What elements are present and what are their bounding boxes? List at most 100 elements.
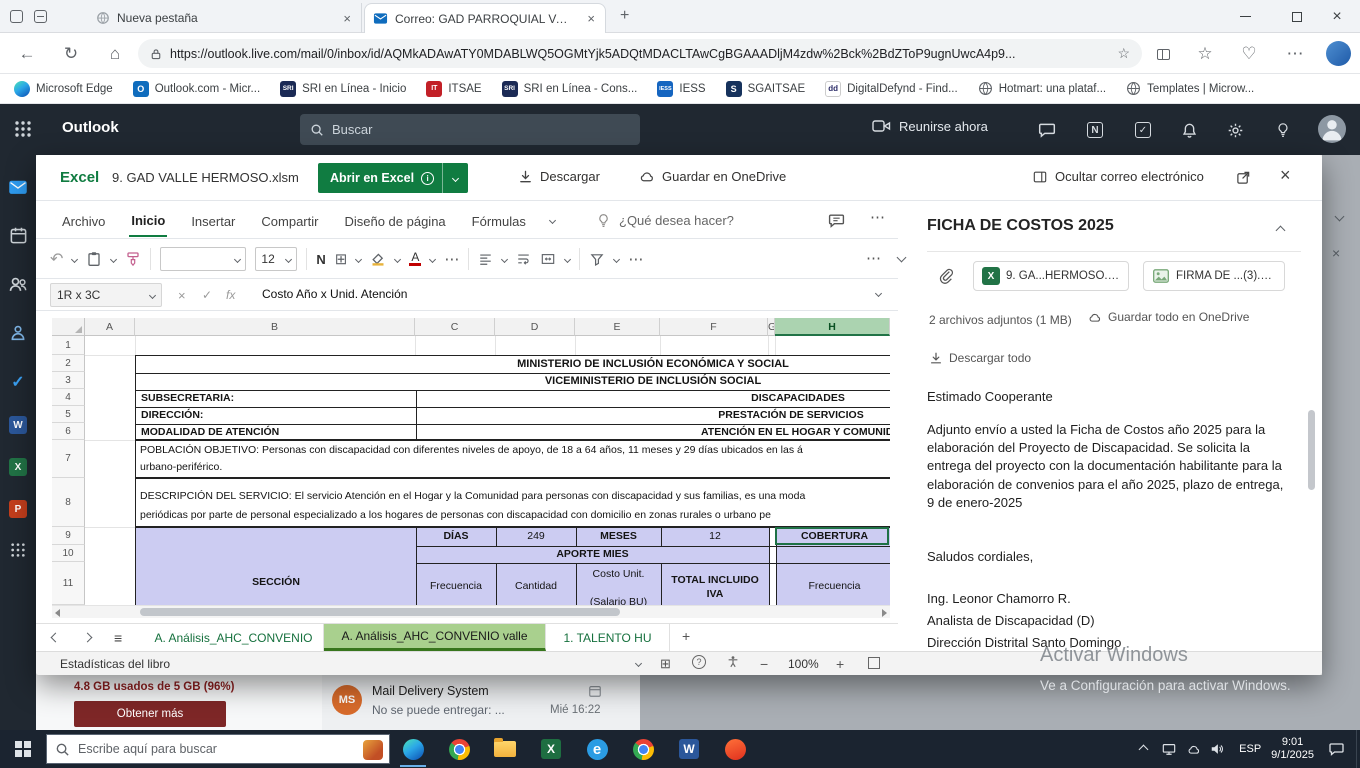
meet-now-button[interactable]: Reunirse ahora: [872, 118, 988, 134]
cancel-entry-icon[interactable]: ×: [178, 288, 186, 303]
tasks-icon[interactable]: ✓: [1132, 119, 1154, 141]
next-sheet-icon[interactable]: [83, 633, 93, 643]
paste-dropdown-icon[interactable]: [110, 255, 117, 262]
taskbar-edge-icon[interactable]: [390, 730, 436, 768]
more-ribbon-tabs-icon[interactable]: [549, 216, 556, 223]
back-icon[interactable]: ←: [14, 41, 40, 67]
row-header-8[interactable]: 8: [52, 478, 85, 527]
toolbar-overflow-icon[interactable]: ⋯: [444, 250, 459, 268]
tell-me-box[interactable]: ¿Qué desea hacer?: [596, 201, 734, 239]
ribbon-tab-compartir[interactable]: Compartir: [259, 205, 320, 236]
cell-f11-line2[interactable]: IVA: [661, 588, 769, 600]
cell-c10[interactable]: APORTE MIES: [416, 548, 769, 560]
row-header-11[interactable]: 11: [52, 562, 85, 605]
paste-clipboard-icon[interactable]: [86, 251, 102, 267]
add-sheet-button[interactable]: +: [682, 628, 690, 644]
split-screen-icon[interactable]: [1150, 41, 1176, 67]
browser-menu-icon[interactable]: ⋯: [1282, 41, 1308, 67]
merge-dropdown-icon[interactable]: [564, 255, 571, 262]
favorite-item[interactable]: Hotmart: una plataf...: [978, 81, 1106, 96]
cell-d11[interactable]: Cantidad: [496, 580, 576, 592]
workbook-statistics-button[interactable]: Estadísticas del libro: [60, 657, 170, 671]
align-icon[interactable]: [478, 252, 493, 266]
close-preview-icon[interactable]: ×: [1280, 165, 1291, 186]
more-apps-grid-icon[interactable]: [10, 542, 26, 563]
font-color-icon[interactable]: A: [409, 252, 421, 266]
favorite-item[interactable]: ddDigitalDefynd - Find...: [825, 81, 958, 97]
save-onedrive-button[interactable]: Guardar en OneDrive: [638, 169, 786, 184]
prev-sheet-icon[interactable]: [51, 633, 61, 643]
column-header-a[interactable]: A: [85, 318, 135, 336]
scrollbar-thumb[interactable]: [140, 608, 620, 616]
ribbon-more-icon[interactable]: ⋯: [866, 249, 881, 267]
home-icon[interactable]: ⌂: [102, 41, 128, 67]
ribbon-tab-insertar[interactable]: Insertar: [189, 205, 237, 236]
todo-icon[interactable]: ✓: [11, 372, 24, 392]
cell-b7-line2[interactable]: urbano-periférico.: [140, 461, 890, 473]
workspaces-icon[interactable]: [34, 10, 47, 23]
taskbar-chrome-icon[interactable]: [436, 730, 482, 768]
taskbar-chrome2-icon[interactable]: [620, 730, 666, 768]
collections-heart-icon[interactable]: ♡: [1236, 41, 1262, 67]
groups-icon[interactable]: [8, 323, 28, 348]
cell-b8-line2[interactable]: periódicas por parte de personal especia…: [140, 509, 890, 521]
browser-profile-avatar[interactable]: [1326, 41, 1351, 66]
account-avatar[interactable]: [1318, 115, 1346, 143]
row-header-6[interactable]: 6: [52, 423, 85, 440]
confirm-entry-icon[interactable]: ✓: [202, 288, 212, 302]
row-header-5[interactable]: 5: [52, 406, 85, 423]
cell-e9[interactable]: MESES: [576, 530, 661, 542]
column-header-f[interactable]: F: [660, 318, 768, 336]
cell-b4[interactable]: SUBSECRETARIA:: [141, 390, 234, 407]
help-icon[interactable]: ?: [692, 655, 706, 669]
taskbar-excel-icon[interactable]: X: [528, 730, 574, 768]
font-size-combo[interactable]: 12: [255, 247, 297, 271]
calendar-icon[interactable]: [9, 226, 28, 250]
ribbon-tab-diseno[interactable]: Diseño de página: [342, 205, 447, 236]
ribbon-overflow-icon[interactable]: ⋯: [870, 208, 885, 226]
bold-button[interactable]: N: [316, 252, 325, 267]
word-icon[interactable]: W: [9, 416, 27, 434]
zoom-in-button[interactable]: +: [836, 656, 844, 672]
favorite-item[interactable]: SSGAITSAE: [726, 81, 806, 97]
undo-dropdown-icon[interactable]: [71, 255, 78, 262]
language-indicator[interactable]: ESP: [1239, 743, 1261, 755]
sheet-tab-3[interactable]: 1. TALENTO HU: [546, 624, 670, 651]
taskbar-file-explorer-icon[interactable]: [482, 730, 528, 768]
spreadsheet-grid[interactable]: A B C D E F G H 1 2 3 4 5 6 7 8 9 10 11: [52, 318, 890, 605]
ribbon-tab-formulas[interactable]: Fórmulas: [470, 205, 528, 236]
open-in-excel-button[interactable]: Abrir en Excel i: [318, 163, 468, 193]
taskbar-brave-icon[interactable]: [712, 730, 758, 768]
favorite-item[interactable]: ITITSAE: [426, 81, 481, 97]
row-header-2[interactable]: 2: [52, 355, 85, 372]
favorite-item[interactable]: IESSIESS: [657, 81, 705, 97]
font-color-dropdown-icon[interactable]: [429, 255, 436, 262]
network-icon[interactable]: [1157, 730, 1181, 768]
onedrive-tray-icon[interactable]: [1181, 730, 1205, 768]
name-box[interactable]: 1R x 3C: [50, 283, 162, 307]
browser-tab-mail[interactable]: Correo: GAD PARROQUIAL VALLE ×: [364, 3, 606, 33]
cell-e11-line2[interactable]: (Salario BU): [576, 596, 661, 605]
tray-overflow-icon[interactable]: [1139, 744, 1149, 754]
column-header-c[interactable]: C: [415, 318, 495, 336]
ribbon-tab-inicio[interactable]: Inicio: [129, 204, 167, 237]
horizontal-scrollbar[interactable]: [52, 605, 890, 618]
collapse-ribbon-icon[interactable]: [897, 253, 907, 263]
column-header-b[interactable]: B: [135, 318, 415, 336]
comments-icon[interactable]: [828, 212, 845, 234]
cell-e11-line1[interactable]: Costo Unit.: [576, 568, 661, 580]
pop-out-icon[interactable]: [1236, 170, 1251, 190]
cell-b8-line1[interactable]: DESCRIPCIÓN DEL SERVICIO: El servicio At…: [140, 490, 890, 502]
cell-b7-line1[interactable]: POBLACIÓN OBJETIVO: Personas con discapa…: [140, 444, 890, 456]
new-tab-button[interactable]: +: [620, 7, 629, 25]
save-all-onedrive-button[interactable]: Guardar todo en OneDrive: [1087, 310, 1249, 324]
column-header-e[interactable]: E: [575, 318, 660, 336]
address-bar[interactable]: https://outlook.live.com/mail/0/inbox/id…: [138, 39, 1142, 68]
sheet-tab-1[interactable]: A. Análisis_AHC_CONVENIO: [144, 624, 324, 651]
expand-formula-bar-icon[interactable]: [875, 290, 882, 297]
volume-icon[interactable]: [1205, 730, 1229, 768]
row-header-9[interactable]: 9: [52, 527, 85, 545]
excel-app-icon[interactable]: X: [9, 458, 27, 476]
cell-c9[interactable]: DÍAS: [416, 530, 496, 542]
download-button[interactable]: Descargar: [518, 169, 600, 184]
